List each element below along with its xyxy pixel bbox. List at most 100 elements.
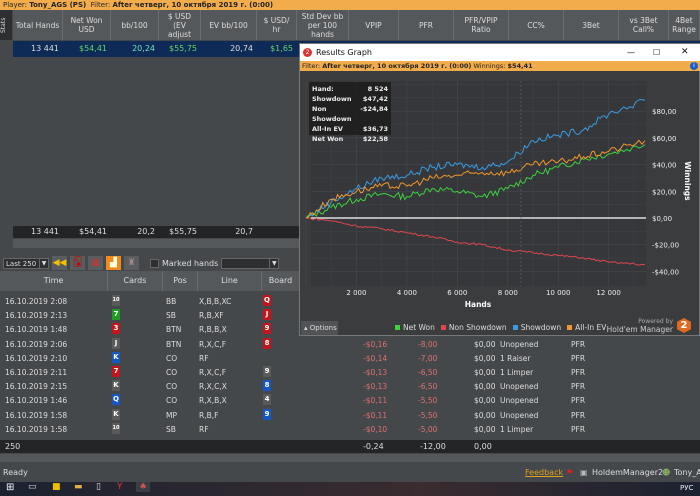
hand-row[interactable]: 16.10.2019 2:06JJBTNR,X,C,FA7A108-$0,16-… [0, 337, 700, 352]
hands-column-header[interactable]: Board [262, 271, 300, 291]
hand-preflop-type: PFR [571, 424, 586, 434]
player-label: Player: [3, 1, 28, 9]
hand-preflop-type: PFR [571, 410, 586, 420]
close-icon[interactable]: ✕ [681, 44, 689, 61]
stats-column-header[interactable]: Std Dev bb per 100 hands [297, 10, 349, 40]
filter-label: Filter: [302, 62, 321, 70]
stats-column-header[interactable]: VPIP [349, 10, 399, 40]
holdem-manager-task-icon[interactable]: ♠ [136, 482, 151, 492]
browser-icon[interactable]: Y [117, 482, 123, 492]
stats-cell: $1,65 [270, 44, 293, 53]
stats-column-header[interactable]: 4Bet Range [669, 10, 700, 40]
x-tick-label: 10 000 [546, 289, 571, 297]
playing-card: Q [263, 295, 271, 306]
stats-column-header[interactable]: Total Hands [13, 10, 63, 40]
filter-value[interactable]: After четверг, 10 октября 2019 г. (0:00) [112, 1, 273, 9]
flag-icon[interactable]: ⚑ [566, 464, 573, 481]
stats-cell: 20,74 [230, 44, 253, 53]
hand-line: R,B,B,X [199, 325, 227, 335]
stats-column-header[interactable]: bb/100 [111, 10, 159, 40]
info-icon[interactable]: i [690, 62, 698, 70]
stats-column-header[interactable]: CC% [509, 10, 564, 40]
hand-row[interactable]: 16.10.2019 2:15AKCOR,X,C,X23Q48-$0,13-6,… [0, 380, 700, 394]
app-icon[interactable]: ■ [52, 482, 61, 492]
y-tick-label: $40,00 [652, 162, 677, 170]
database-name[interactable]: HoldemManager21 [592, 464, 668, 481]
legend-item[interactable]: Non Showdown [440, 323, 507, 332]
hands-column-header[interactable]: Pos [163, 271, 198, 291]
hand-preflop-action: Unopened [500, 410, 539, 420]
stats-column-header[interactable]: 3Bet [564, 10, 619, 40]
marked-hands-select[interactable]: ▼ [221, 257, 280, 269]
hand-position: CO [166, 368, 178, 377]
marked-hands-checkbox[interactable] [150, 258, 159, 268]
stats-column-header[interactable]: $ USD/ hr [257, 10, 297, 40]
hand-row[interactable]: 16.10.2019 2:10AKCORF-$0,14-7,00$0,001 R… [0, 351, 700, 366]
stats-cell: $54,41 [79, 44, 107, 53]
hand-row[interactable]: 16.10.2019 2:1197COR,X,C,F65AA9-$0,13-6,… [0, 366, 700, 380]
rewind-icon[interactable]: ◀◀ [52, 256, 67, 270]
window-title: Results Graph [316, 48, 372, 57]
legend-swatch [395, 325, 400, 330]
calculator-icon[interactable]: ▯ [96, 482, 101, 492]
language-indicator[interactable]: РУС [680, 484, 693, 492]
playing-card: 3 [112, 323, 120, 335]
user-name[interactable]: Tony_AGS [674, 464, 700, 481]
cards-icon[interactable]: 🂡 [70, 256, 85, 270]
hands-column-header[interactable]: Cards [108, 271, 163, 291]
legend-item[interactable]: Showdown [512, 323, 562, 332]
stats-column-header[interactable]: $ USD (EV adjust [159, 10, 201, 40]
hand-bb-won: -6,50 [418, 382, 438, 392]
window-titlebar[interactable]: 2 Results Graph — ☐ ✕ [300, 44, 700, 61]
app-logo-icon: 2 [303, 48, 312, 57]
hand-row[interactable]: 16.10.2019 1:46KQCOR,X,B,X994104-$0,11-5… [0, 394, 700, 408]
stats-scrollbar[interactable] [13, 239, 300, 248]
stats-tab[interactable]: Stats [0, 10, 12, 40]
hand-row[interactable]: 16.10.2019 1:58A10SBRF-$0,10-5,00$0,001 … [0, 422, 700, 437]
maximize-icon[interactable]: ☐ [653, 44, 660, 61]
folder-icon[interactable]: ▬ [74, 482, 83, 492]
hand-preflop-type: PFR [571, 353, 586, 363]
winnings-value: $54,41 [507, 62, 533, 70]
tooltip-value: $47,42 [362, 95, 388, 103]
chart-legend: Net Won Non Showdown Showdown All-In EV [395, 323, 606, 332]
stats-cell: 20,24 [132, 44, 155, 53]
y-tick-label: $60,00 [652, 135, 677, 143]
hand-position: CO [166, 382, 178, 392]
legend-label: Showdown [520, 323, 562, 332]
minimize-icon[interactable]: — [627, 44, 635, 61]
task-view-icon[interactable]: ▭ [28, 482, 37, 492]
graph-icon[interactable]: ▟ [106, 256, 121, 270]
hand-row[interactable]: 16.10.2019 1:58AKMPR,B,FQ9Q9-$0,11-5,50$… [0, 408, 700, 423]
options-button[interactable]: ▴ Options [301, 321, 338, 335]
stats-column-header[interactable]: PFR/VPIP Ratio [454, 10, 509, 40]
y-tick-label: -$20,00 [652, 242, 679, 250]
stats-column-header[interactable]: PFR [399, 10, 454, 40]
legend-item[interactable]: Net Won [395, 323, 435, 332]
hands-scrollbar[interactable] [0, 454, 700, 462]
tooltip-label: Net Won [312, 135, 344, 143]
tooltip-hand-label: Hand: [312, 85, 334, 93]
hands-column-header[interactable]: Line [198, 271, 262, 291]
feedback-link[interactable]: Feedback [525, 464, 563, 481]
windows-start-icon[interactable]: ⊞ [6, 482, 14, 493]
hand-line: R,X,C,F [199, 368, 227, 377]
hand-position: SB [166, 424, 176, 434]
playing-card: 9 [263, 366, 271, 377]
trophy-icon[interactable]: ♜ [124, 256, 139, 270]
player-name[interactable]: Tony_AGS (PS) [29, 1, 86, 9]
hand-preflop-type: PFR [571, 339, 586, 349]
hand-preflop-type: PFR [571, 396, 586, 406]
range-select[interactable]: Last 250 ▼ [3, 257, 49, 269]
hand-line: R,X,B,X [199, 396, 227, 406]
hand-time: 16.10.2019 2:08 [5, 297, 68, 306]
stats-column-header[interactable]: vs 3Bet Call% [619, 10, 669, 40]
hand-position: MP [166, 410, 177, 420]
stats-summary-cell: $54,41 [79, 227, 107, 236]
hands-column-header[interactable]: Time [0, 271, 108, 291]
stats-column-header[interactable]: EV bb/100 [201, 10, 257, 40]
grid-icon[interactable]: ▦ [88, 256, 103, 270]
stats-column-header[interactable]: Net Won USD [63, 10, 111, 40]
x-axis-label: Hands [465, 300, 492, 309]
stats-summary-cell: 13 441 [31, 227, 59, 236]
